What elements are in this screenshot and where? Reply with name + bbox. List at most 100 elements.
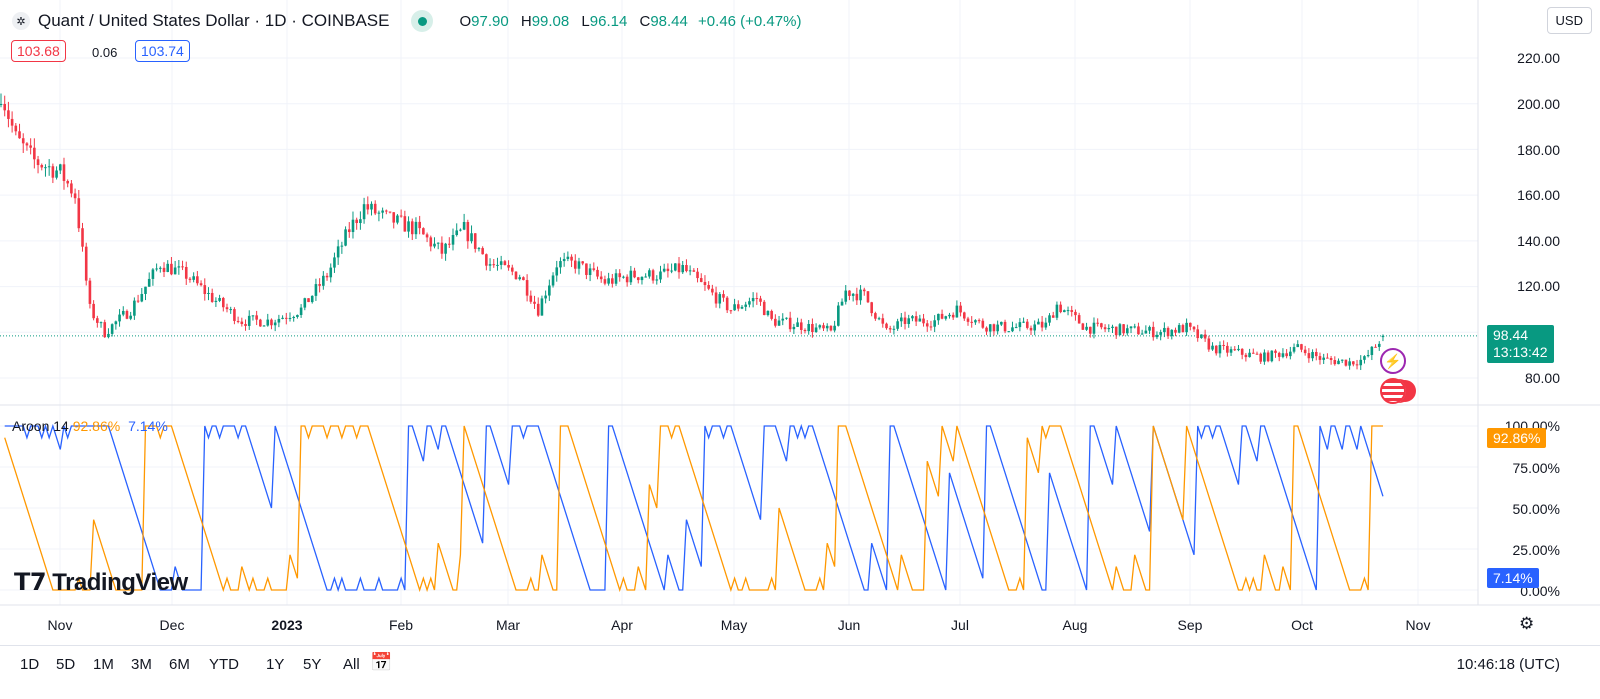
currency-button[interactable]: USD xyxy=(1546,7,1592,34)
lightning-event-icon[interactable]: ⚡ xyxy=(1380,348,1406,374)
market-status-icon[interactable] xyxy=(411,10,434,32)
candle-body xyxy=(748,301,751,305)
candle-body xyxy=(455,230,459,235)
candle-body xyxy=(974,320,977,323)
candle-body xyxy=(244,324,247,326)
aroon-legend[interactable]: Aroon 14 92.86% 7.14% xyxy=(12,418,168,434)
candle-body xyxy=(840,301,844,306)
candle-body xyxy=(555,267,559,276)
candle-body xyxy=(1285,353,1288,357)
candle-body xyxy=(507,265,510,268)
close-value: 98.44 xyxy=(650,12,688,30)
candle-body xyxy=(711,288,714,293)
candle-body xyxy=(807,323,810,332)
range-button-1m[interactable]: 1M xyxy=(93,656,114,673)
candle-body xyxy=(1092,322,1096,334)
candle-body xyxy=(1355,364,1359,366)
candle-body xyxy=(885,323,888,329)
date-range-calendar-icon[interactable]: 📅 xyxy=(370,652,392,673)
candle-body xyxy=(933,320,936,327)
candle-body xyxy=(925,323,929,327)
symbol-title[interactable]: Quant / United States Dollar · 1D · COIN… xyxy=(38,11,389,31)
candle-body xyxy=(811,323,814,332)
candle-body xyxy=(714,292,718,304)
candle-body xyxy=(1200,334,1203,339)
range-button-ytd[interactable]: YTD xyxy=(209,656,239,673)
candle-body xyxy=(222,297,225,308)
candle-body xyxy=(236,320,240,322)
candle-body xyxy=(259,319,262,327)
candle-body xyxy=(396,215,399,223)
candle-body xyxy=(618,273,622,278)
candle-body xyxy=(1025,321,1029,328)
candle-body xyxy=(10,118,14,126)
candle-body xyxy=(614,273,618,284)
candle-body xyxy=(459,229,462,231)
candle-body xyxy=(218,297,221,301)
candle-body xyxy=(1214,345,1218,354)
candle-body xyxy=(803,329,807,332)
candle-body xyxy=(722,294,725,298)
range-button-3m[interactable]: 3M xyxy=(131,656,152,673)
price-chart[interactable] xyxy=(0,0,1600,645)
candle-body xyxy=(1337,360,1340,365)
sell-price-button[interactable]: 103.68 xyxy=(11,40,66,62)
candle-body xyxy=(1081,323,1085,330)
candle-body xyxy=(448,243,451,245)
candle-body xyxy=(58,164,62,171)
candle-body xyxy=(233,309,236,321)
candle-body xyxy=(607,278,610,284)
candle-body xyxy=(114,321,118,325)
candle-body xyxy=(696,271,699,279)
candle-body xyxy=(103,322,107,338)
tradingview-watermark[interactable]: 𝗧𝟳 TradingView xyxy=(14,568,188,597)
candle-body xyxy=(403,216,407,232)
candle-body xyxy=(833,325,836,331)
candle-body xyxy=(173,267,177,275)
open-label: O xyxy=(459,12,472,30)
candle-body xyxy=(818,325,822,328)
candle-body xyxy=(1359,359,1363,366)
us-flag-event-icon[interactable] xyxy=(1380,378,1406,404)
candle-body xyxy=(892,328,896,330)
candle-body xyxy=(1003,321,1007,332)
utc-clock[interactable]: 10:46:18 (UTC) xyxy=(1457,656,1560,673)
candle-body xyxy=(247,315,251,326)
range-button-1d[interactable]: 1D xyxy=(20,656,39,673)
buy-price-button[interactable]: 103.74 xyxy=(135,40,190,62)
candle-body xyxy=(329,267,333,278)
range-button-6m[interactable]: 6M xyxy=(169,656,190,673)
candle-body xyxy=(759,298,762,302)
candle-body xyxy=(914,316,918,322)
candle-body xyxy=(336,246,340,258)
candle-body xyxy=(92,303,95,319)
candle-body xyxy=(1066,310,1070,312)
candle-body xyxy=(1037,321,1040,325)
candle-body xyxy=(1166,327,1170,337)
candle-body xyxy=(837,305,840,326)
range-button-5d[interactable]: 5D xyxy=(56,656,75,673)
candle-body xyxy=(1218,344,1222,354)
range-button-1y[interactable]: 1Y xyxy=(266,656,284,673)
candle-body xyxy=(1029,327,1033,331)
candle-body xyxy=(340,245,344,247)
aroon-axis-label: 25.00% xyxy=(1512,542,1560,558)
candle-body xyxy=(36,159,40,166)
range-button-5y[interactable]: 5Y xyxy=(303,656,321,673)
candle-body xyxy=(110,324,114,334)
candle-body xyxy=(533,301,536,304)
candle-body xyxy=(399,215,403,217)
aroon-axis-label: 75.00% xyxy=(1512,460,1560,476)
candle-body xyxy=(1170,329,1174,337)
candle-body xyxy=(955,305,959,318)
time-axis-label: Aug xyxy=(1062,617,1088,633)
candle-body xyxy=(177,266,181,268)
candle-body xyxy=(477,248,481,250)
chart-settings-icon[interactable]: ⚙ xyxy=(1519,614,1534,634)
candle-body xyxy=(292,316,295,319)
range-button-all[interactable]: All xyxy=(343,656,360,673)
candle-body xyxy=(1040,321,1044,328)
candle-body xyxy=(514,271,518,280)
candle-body xyxy=(1174,329,1177,333)
candle-body xyxy=(1352,361,1355,365)
